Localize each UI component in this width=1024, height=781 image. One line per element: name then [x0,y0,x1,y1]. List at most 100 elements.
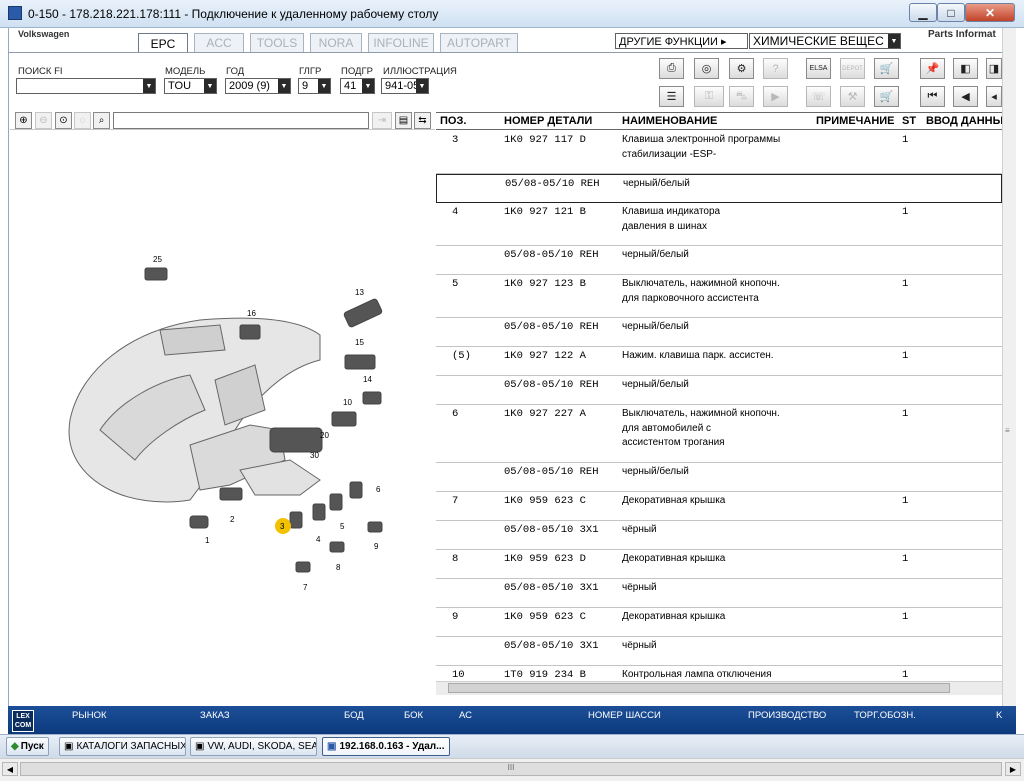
table-row[interactable]: 05/08-05/10 REH черный/белый [436,174,1002,203]
table-row[interactable]: 05/08-05/10 3X1 чёрный [436,637,1002,666]
year-select[interactable]: 2009 (9) ▼ [225,78,291,94]
next-page-icon[interactable]: ◨ [986,58,1002,79]
maximize-button[interactable]: □ [937,3,965,22]
export-icon[interactable]: ⇥ [372,112,392,129]
minimize-button[interactable]: ▁ [909,3,937,22]
callout-9[interactable]: 9 [374,542,379,551]
table-row[interactable]: 7 1K0 959 623 C Декоративная крышка 1 [436,492,1002,521]
status-market: РЫНОК [72,710,107,721]
tab-tools[interactable]: TOOLS [250,33,304,52]
table-row[interactable]: 3 1K0 927 117 D Клавиша электронной програ… [436,131,1002,174]
illustration-search-input[interactable] [113,112,369,129]
cd-icon[interactable]: ◎ [694,58,719,79]
col-data-entry[interactable]: ВВОД ДАННЫХ [926,115,1011,127]
parts-table-header: ПОЗ. НОМЕР ДЕТАЛИ НАИМЕНОВАНИЕ ПРИМЕЧАНИ… [436,112,1011,130]
table-row[interactable]: 4 1K0 927 121 B Клавиша индикатора давлени… [436,203,1002,246]
wrench-icon[interactable]: ⚙ [729,58,754,79]
table-view-icon[interactable]: ▤ [395,112,412,129]
callout-14[interactable]: 14 [363,375,372,384]
table-row[interactable]: 10 1T0 919 234 B Контрольная лампа отключе… [436,666,1002,681]
elsa-icon[interactable]: ELSA [806,58,831,79]
print-icon[interactable]: ⎙ [659,58,684,79]
table-row[interactable]: 05/08-05/10 REH черный/белый [436,376,1002,405]
tab-autopart[interactable]: AUTOPART [440,33,518,52]
zoom-reset-icon[interactable]: ◌ [74,112,91,129]
car-parts-icon[interactable]: ⚒ [840,86,865,107]
callout-5[interactable]: 5 [340,522,345,531]
split-view-icon[interactable]: ⇆ [414,112,431,129]
help-icon[interactable]: ? [763,58,788,79]
prev-page-icon[interactable]: ◧ [953,58,978,79]
callout-10[interactable]: 10 [343,398,352,407]
play-icon[interactable]: ▶ [763,86,788,107]
callout-7[interactable]: 7 [303,583,308,592]
dashboard-illustration[interactable]: 25 13 16 15 14 10 20 30 6 2 1 3 4 5 8 9 … [40,250,410,600]
subgroup-select[interactable]: 41 ▼ [340,78,375,94]
table-row[interactable]: 6 1K0 927 227 A Выключатель, нажимной кноп… [436,405,1002,463]
col-note[interactable]: ПРИМЕЧАНИЕ [816,115,895,127]
vertical-scrollbar[interactable]: ≡ [1002,28,1016,734]
zoom-out-icon[interactable]: ⊖ [35,112,52,129]
col-part-number[interactable]: НОМЕР ДЕТАЛИ [504,115,592,127]
callout-8[interactable]: 8 [336,563,341,572]
phone-icon[interactable]: ☏ [806,86,831,107]
callout-13[interactable]: 13 [355,288,364,297]
table-row[interactable]: 9 1K0 959 623 C Декоративная крышка 1 [436,608,1002,637]
illustration-select[interactable]: 941-050 ▼ [381,78,429,94]
table-row[interactable]: 05/08-05/10 REH черный/белый [436,246,1002,275]
first-icon[interactable]: ⏮ [920,86,945,107]
callout-3[interactable]: 3 [280,522,285,531]
table-row[interactable]: (5) 1K0 927 122 A Нажим. клавиша парк. асс… [436,347,1002,376]
taskbar-item-remote[interactable]: ▣ 192.168.0.163 - Удал... [322,737,450,756]
table-row[interactable]: 5 1K0 927 123 B Выключатель, нажимной кноп… [436,275,1002,318]
start-button[interactable]: ◆ Пуск [6,737,49,756]
callout-15[interactable]: 15 [355,338,364,347]
table-row[interactable]: 05/08-05/10 REH черный/белый [436,463,1002,492]
callout-30[interactable]: 30 [310,451,319,460]
key-icon[interactable]: ⚿ [694,86,724,107]
depot-icon[interactable]: DEPOT [840,58,865,79]
model-select[interactable]: TOU ▼ [164,78,217,94]
tab-nora[interactable]: NORA [310,33,362,52]
table-row[interactable]: 05/08-05/10 3X1 чёрный [436,579,1002,608]
zoom-fit-icon[interactable]: ⊙ [55,112,72,129]
col-st[interactable]: ST [902,115,916,127]
cart-icon[interactable]: 🛒 [874,86,899,107]
table-row[interactable]: 05/08-05/10 3X1 чёрный [436,521,1002,550]
scroll-right-icon[interactable]: ▶ [1005,762,1021,776]
scrollbar-thumb[interactable] [448,683,950,693]
pin-icon[interactable]: 📌 [920,58,945,79]
group-select[interactable]: 9 ▼ [298,78,331,94]
magnifier-icon[interactable]: ⌕ [93,112,110,129]
col-name[interactable]: НАИМЕНОВАНИЕ [622,115,717,127]
chemicals-select[interactable]: ХИМИЧЕСКИЕ ВЕЩЕС ▼ [749,33,901,49]
callout-20[interactable]: 20 [320,431,329,440]
callout-25[interactable]: 25 [153,255,162,264]
callout-1[interactable]: 1 [205,536,210,545]
cart-add-icon[interactable]: 🛒 [874,58,899,79]
close-button[interactable]: ✕ [965,3,1015,22]
table-row[interactable]: 8 1K0 959 623 D Декоративная крышка 1 [436,550,1002,579]
tab-epc[interactable]: EPC [138,33,188,53]
callout-16[interactable]: 16 [247,309,256,318]
tab-acc[interactable]: ACC [194,33,244,52]
taskbar-item-catalogs[interactable]: ▣ КАТАЛОГИ ЗАПАСНЫХ ... [59,737,186,756]
scroll-left-icon[interactable]: ◀ [2,762,18,776]
prev-icon[interactable]: ◀ [953,86,978,107]
callout-4[interactable]: 4 [316,535,321,544]
callout-2[interactable]: 2 [230,515,235,524]
status-production: ПРОИЗВОДСТВО [748,710,827,721]
scroll-thumb[interactable]: III [20,762,1002,776]
cell-part-number: 1K0 927 122 A [504,350,586,362]
back-icon[interactable]: ◂ [986,86,1002,107]
car-icon[interactable]: ⛍ [729,86,754,107]
table-row[interactable]: 05/08-05/10 REH черный/белый [436,318,1002,347]
col-pos[interactable]: ПОЗ. [440,115,466,127]
other-functions-menu[interactable]: ДРУГИЕ ФУНКЦИИ ▸ [615,33,748,49]
callout-6[interactable]: 6 [376,485,381,494]
tab-infoline[interactable]: INFOLINE [368,33,434,52]
taskbar-item-vw[interactable]: ▣ VW, AUDI, SKODA, SEAT [190,737,317,756]
search-field[interactable]: ▼ [16,78,156,94]
list-icon[interactable]: ☰ [659,86,684,107]
zoom-in-icon[interactable]: ⊕ [15,112,32,129]
